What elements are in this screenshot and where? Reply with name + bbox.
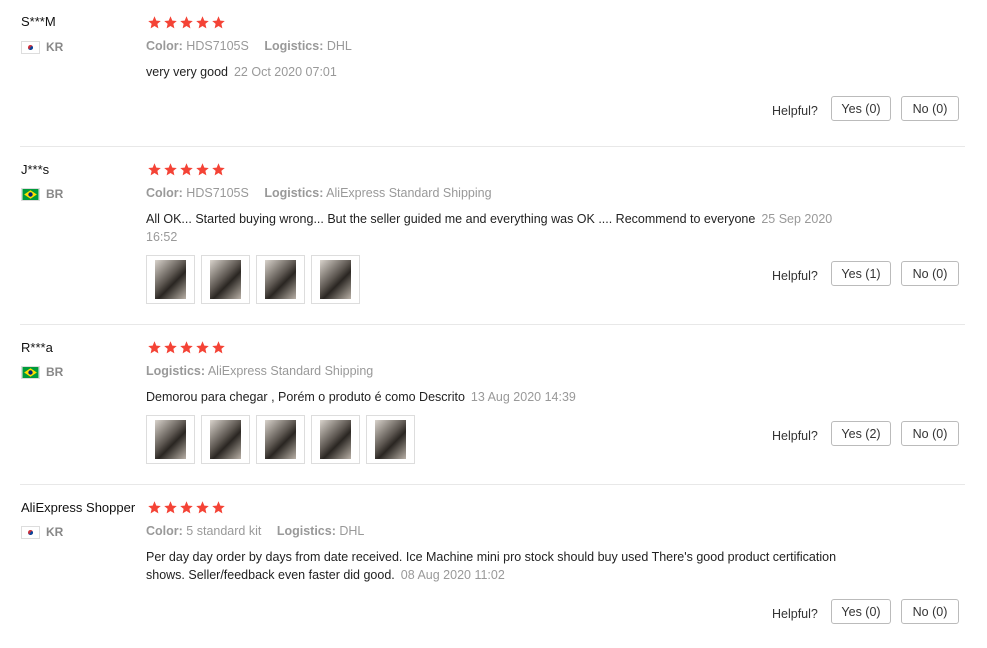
- country-code: BR: [46, 365, 64, 379]
- helpful-yes-button[interactable]: Yes (2): [831, 421, 891, 446]
- helpful-no-button[interactable]: No (0): [901, 599, 959, 624]
- star-icon: [180, 16, 193, 29]
- review-body: Demorou para chegar , Porém o produto é …: [146, 390, 465, 404]
- reviewer-country: KR: [21, 525, 63, 539]
- review-image-thumbnail[interactable]: [201, 415, 250, 464]
- meta-value: 5 standard kit: [186, 524, 262, 538]
- review-images: [146, 255, 360, 304]
- star-rating: [147, 340, 226, 355]
- helpful-yes-button[interactable]: Yes (0): [831, 599, 891, 624]
- review-divider: [20, 484, 965, 485]
- review-divider: [20, 324, 965, 325]
- helpful-label: Helpful?: [772, 429, 818, 443]
- helpful-no-button[interactable]: No (0): [901, 261, 959, 286]
- helpful-no-button[interactable]: No (0): [901, 96, 959, 121]
- star-icon: [212, 501, 225, 514]
- br-flag-icon: [21, 365, 40, 379]
- star-icon: [196, 341, 209, 354]
- meta-value: AliExpress Standard Shipping: [207, 364, 374, 378]
- review-meta: Logistics: AliExpress Standard Shipping: [146, 364, 385, 378]
- star-icon: [164, 16, 177, 29]
- reviewer-country: BR: [21, 365, 63, 379]
- review-text: Demorou para chegar , Porém o produto é …: [146, 388, 866, 406]
- star-rating: [147, 15, 226, 30]
- review-image-thumbnail[interactable]: [366, 415, 415, 464]
- reviewer-country: KR: [21, 40, 63, 54]
- country-code: KR: [46, 525, 64, 539]
- reviewer-name: AliExpress Shopper: [21, 500, 136, 515]
- kr-flag-icon: [21, 40, 40, 54]
- review-image-thumbnail[interactable]: [146, 255, 195, 304]
- star-icon: [148, 16, 161, 29]
- kr-flag-icon: [21, 525, 40, 539]
- meta-key: Logistics:: [276, 524, 336, 538]
- meta-key: Logistics:: [264, 186, 324, 200]
- helpful-label: Helpful?: [772, 104, 818, 118]
- helpful-label: Helpful?: [772, 269, 818, 283]
- review-date: 08 Aug 2020 11:02: [400, 568, 505, 582]
- review-image-thumbnail[interactable]: [256, 255, 305, 304]
- meta-value: HDS7105S: [186, 186, 249, 200]
- star-icon: [180, 163, 193, 176]
- review-text: All OK... Started buying wrong... But th…: [146, 210, 866, 246]
- review-meta: Color: HDS7105S Logistics: DHL: [146, 39, 364, 53]
- helpful-label: Helpful?: [772, 607, 818, 621]
- meta-key: Logistics:: [264, 39, 324, 53]
- meta-key: Color:: [146, 524, 183, 538]
- helpful-no-button[interactable]: No (0): [901, 421, 959, 446]
- review-body: All OK... Started buying wrong... But th…: [146, 212, 756, 226]
- review-date: 13 Aug 2020 14:39: [470, 390, 576, 404]
- star-icon: [148, 163, 161, 176]
- country-code: KR: [46, 40, 64, 54]
- star-icon: [196, 501, 209, 514]
- star-icon: [148, 501, 161, 514]
- helpful-yes-button[interactable]: Yes (0): [831, 96, 891, 121]
- review-divider: [20, 146, 965, 147]
- review-text: Per day day order by days from date rece…: [146, 548, 866, 584]
- review-image-thumbnail[interactable]: [311, 255, 360, 304]
- review-body: very very good: [146, 65, 228, 79]
- review-image-thumbnail[interactable]: [311, 415, 360, 464]
- reviewer-name: J***s: [21, 162, 50, 177]
- meta-value: DHL: [326, 39, 352, 53]
- review-meta: Color: HDS7105S Logistics: AliExpress St…: [146, 186, 504, 200]
- star-icon: [148, 341, 161, 354]
- review-image-thumbnail[interactable]: [201, 255, 250, 304]
- review-image-thumbnail[interactable]: [146, 415, 195, 464]
- country-code: BR: [46, 187, 64, 201]
- reviewer-country: BR: [21, 187, 63, 201]
- star-icon: [196, 16, 209, 29]
- review-meta: Color: 5 standard kit Logistics: DHL: [146, 524, 376, 538]
- reviewer-name: R***a: [21, 340, 53, 355]
- star-icon: [180, 341, 193, 354]
- star-icon: [212, 16, 225, 29]
- review-text: very very good 22 Oct 2020 07:01: [146, 63, 866, 81]
- review-image-thumbnail[interactable]: [256, 415, 305, 464]
- star-icon: [212, 163, 225, 176]
- meta-key: Logistics:: [146, 364, 206, 378]
- review-images: [146, 415, 415, 464]
- star-icon: [196, 163, 209, 176]
- star-rating: [147, 500, 226, 515]
- meta-value: AliExpress Standard Shipping: [326, 186, 492, 200]
- meta-value: HDS7105S: [186, 39, 249, 53]
- star-icon: [180, 501, 193, 514]
- star-icon: [164, 163, 177, 176]
- star-rating: [147, 162, 226, 177]
- reviewer-name: S***M: [21, 14, 56, 29]
- meta-key: Color:: [146, 39, 183, 53]
- star-icon: [212, 341, 225, 354]
- br-flag-icon: [21, 187, 40, 201]
- helpful-yes-button[interactable]: Yes (1): [831, 261, 891, 286]
- star-icon: [164, 341, 177, 354]
- meta-key: Color:: [146, 186, 183, 200]
- review-date: 22 Oct 2020 07:01: [233, 65, 337, 79]
- meta-value: DHL: [339, 524, 365, 538]
- star-icon: [164, 501, 177, 514]
